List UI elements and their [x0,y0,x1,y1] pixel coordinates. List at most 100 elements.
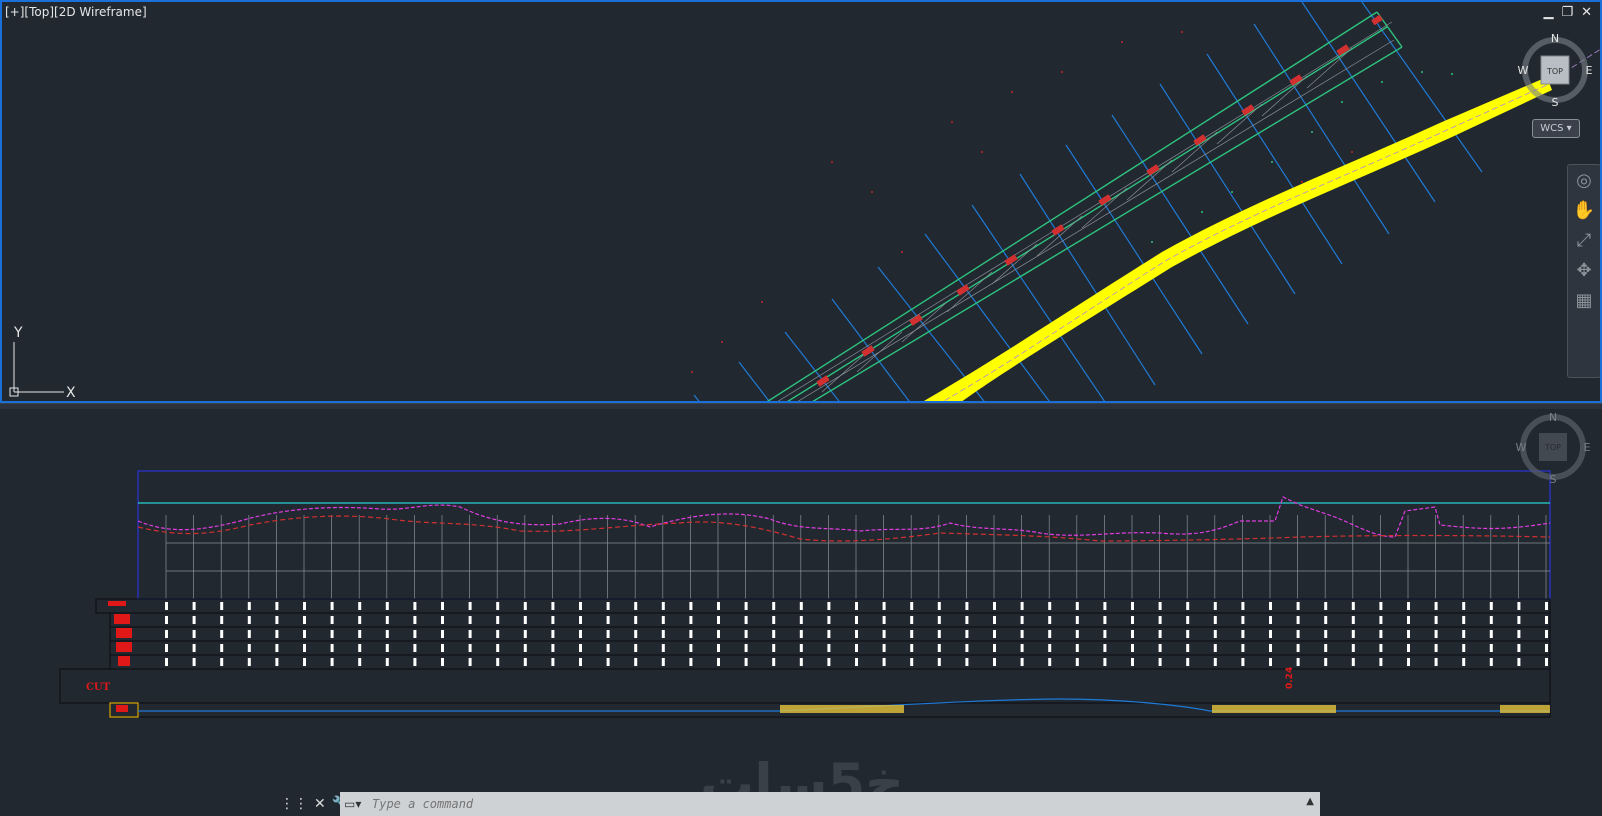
band-tick [165,602,168,610]
command-input[interactable] [370,796,1274,812]
band-tick [717,616,720,624]
restore-icon[interactable]: ❐ [1561,6,1573,20]
band-tick [1131,644,1134,652]
hatch-blocks [780,705,1550,713]
band-tick [634,658,638,666]
band-tick [937,644,941,652]
close-icon[interactable]: ✕ [1581,6,1592,20]
band-tick [441,616,444,624]
band-tick [965,602,969,610]
band-tick [799,630,803,638]
band-tick [1296,630,1300,638]
ucs-y-label: Y [13,325,23,341]
band-tick [165,616,168,624]
band-tick [1296,658,1300,666]
band-tick [1434,602,1438,610]
grip-icon[interactable]: ⋮⋮ [280,796,308,812]
band-tick [1241,644,1245,652]
band-tick [523,602,527,610]
band-tick [910,616,914,624]
profile-grid [165,515,1547,599]
orbit-icon[interactable]: ✥ [1570,257,1598,285]
band-tick [1434,644,1438,652]
band-tick [1269,616,1272,624]
cut-value: 0.24 [1285,667,1295,689]
band-tick [661,658,665,666]
zoom-icon[interactable]: ⤢ [1570,227,1598,255]
band-tick [1296,616,1300,624]
band-tick [1048,602,1052,610]
command-line[interactable]: ▭▾ ▲ [340,792,1320,816]
profile-viewport[interactable]: CUT 0.24 N S E W TOP [0,409,1602,786]
band-tick [634,644,638,652]
command-history-arrow-icon[interactable]: ▲ [1306,796,1314,807]
band-tick [275,616,279,624]
band-tick [1075,644,1079,652]
plan-drawing[interactable]: Y X TOP N S E W [2,2,1602,403]
band-tick [1241,602,1245,610]
band-tick [192,644,196,652]
band-tick [1158,630,1162,638]
band-tick [993,630,996,638]
command-line-tools: ⋮⋮ ✕ 🔧 [280,792,349,816]
band-tick [1103,616,1107,624]
band-tick [1213,616,1217,624]
viewport-label[interactable]: [+][Top][2D Wireframe] [5,5,147,19]
band-tick [772,630,776,638]
band-tick [799,644,803,652]
band-tick [689,630,693,638]
minimize-icon[interactable]: ▁ [1543,6,1553,20]
band-tick [330,630,334,638]
steering-wheel-icon[interactable]: ◎ [1570,167,1598,195]
band-tick [855,616,858,624]
pan-icon[interactable]: ✋ [1570,197,1598,225]
band-tick [192,630,196,638]
band-tick [551,630,555,638]
band-tick [965,630,969,638]
band-tick [1434,658,1438,666]
band-tick [192,658,196,666]
band-tick [551,658,555,666]
wcs-menu[interactable]: WCS ▾ [1532,119,1580,138]
band-tick [910,602,914,610]
band-tick [1048,630,1052,638]
band-tick [385,630,389,638]
band-tick [1158,658,1162,666]
band-tick [827,602,831,610]
band-tick [413,658,417,666]
band-tick [965,616,969,624]
band-tick [385,644,389,652]
band-tick [413,630,417,638]
ucs-icon [9,342,64,397]
band-tick [523,630,527,638]
band-tick [606,630,610,638]
band-tick [413,644,417,652]
band-tick [1434,616,1438,624]
cut-label: CUT [86,682,111,693]
band-tick [910,630,914,638]
band-tick [744,616,748,624]
close-icon[interactable]: ✕ [314,796,326,812]
band-tick [523,616,527,624]
band-tick [165,630,168,638]
band-tick [358,644,362,652]
band-tick [606,644,610,652]
band-tick [496,644,500,652]
band-tick [1048,658,1052,666]
command-prompt-icon[interactable]: ▭▾ [340,797,370,811]
band-tick [413,602,417,610]
top-viewport[interactable]: Y X TOP N S E W [+][Top][2D Wireframe] ▁… [0,0,1602,403]
band-tick [330,602,334,610]
band-tick [523,644,527,652]
band-tick [220,630,224,638]
viewcube-lower[interactable]: N S E W TOP [1516,411,1591,486]
profile-drawing[interactable]: CUT 0.24 N S E W TOP [0,409,1602,786]
band-tick [993,602,996,610]
band-tick [551,602,555,610]
band-tick [910,658,914,666]
showmotion-icon[interactable]: ▦ [1570,287,1598,315]
band-tick [358,616,362,624]
band-tick [937,602,941,610]
band-tick [937,630,941,638]
band-tick [937,658,941,666]
